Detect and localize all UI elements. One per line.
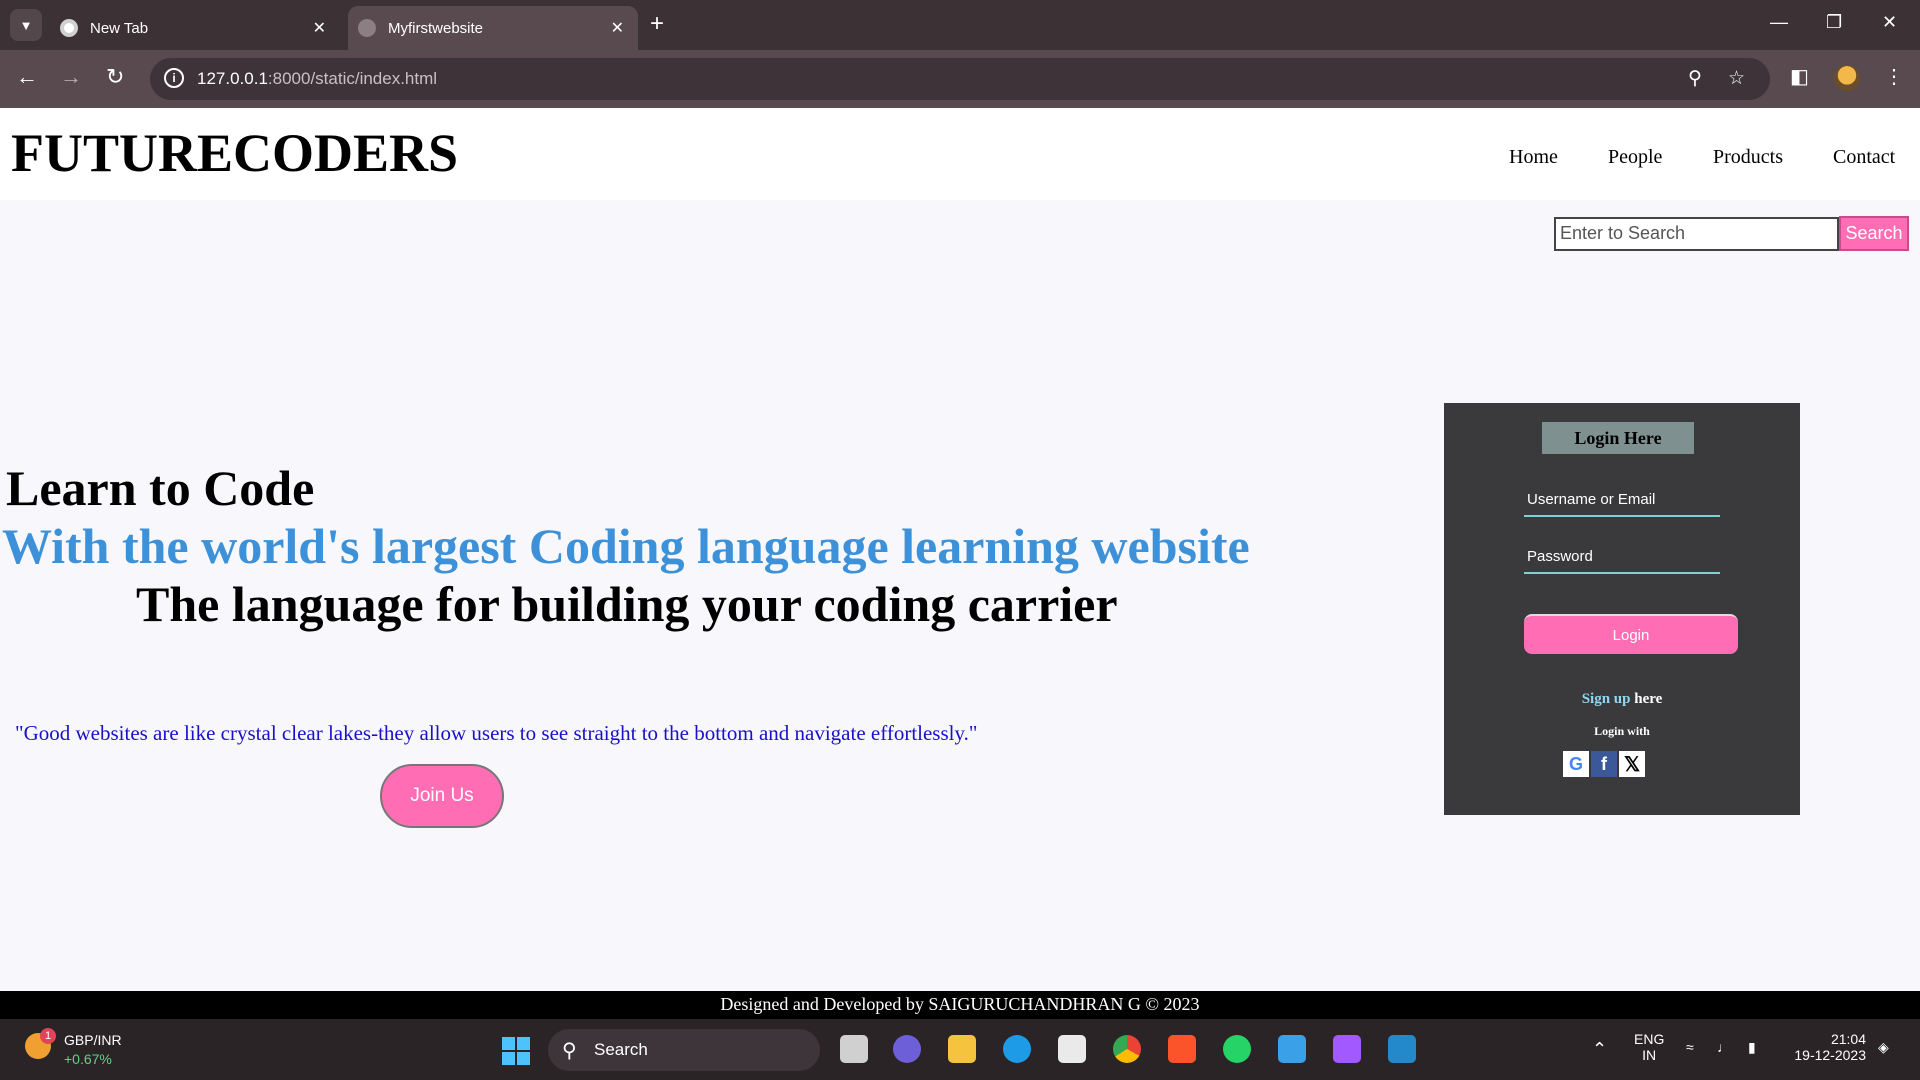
side-panel-icon[interactable]: ◧ <box>1790 64 1809 89</box>
widget-value[interactable]: +0.67% <box>64 1051 112 1067</box>
google-icon[interactable]: G <box>1563 751 1589 777</box>
taskbar: 1 GBP/INR +0.67% ⚲ Search ⌃ ENG IN ≈ ♩ ▮… <box>0 1019 1920 1080</box>
clock[interactable]: 21:04 19-12-2023 <box>1786 1031 1866 1063</box>
nav-products[interactable]: Products <box>1713 146 1783 169</box>
facebook-icon[interactable]: f <box>1591 751 1617 777</box>
hero-tagline: The language for building your coding ca… <box>136 576 1118 632</box>
close-tab-icon[interactable]: ✕ <box>313 18 326 38</box>
login-button[interactable]: Login <box>1524 614 1738 654</box>
social-login-buttons: G f 𝕏 <box>1563 751 1645 777</box>
windows-start-icon[interactable] <box>502 1037 530 1065</box>
nav-home[interactable]: Home <box>1509 146 1558 169</box>
tab-search-dropdown-button[interactable]: ▼ <box>10 9 42 41</box>
login-title: Login Here <box>1542 422 1694 454</box>
figma-icon[interactable] <box>1333 1035 1361 1063</box>
whatsapp-icon[interactable] <box>1223 1035 1251 1063</box>
join-us-button[interactable]: Join Us <box>380 764 504 828</box>
wifi-icon[interactable]: ≈ <box>1686 1039 1694 1055</box>
chrome-icon[interactable] <box>1113 1035 1141 1063</box>
tab-title: Myfirstwebsite <box>388 19 484 37</box>
nav-people[interactable]: People <box>1608 146 1662 169</box>
back-button[interactable]: ← <box>16 64 38 90</box>
bookmark-star-icon[interactable]: ☆ <box>1728 67 1745 90</box>
reload-button[interactable]: ↻ <box>106 64 124 90</box>
username-field[interactable]: Username or Email <box>1524 483 1720 517</box>
teams-meet-icon[interactable] <box>893 1035 921 1063</box>
volume-icon[interactable]: ♩ <box>1717 1039 1731 1055</box>
web-page: FUTURECODERS Home People Products Contac… <box>0 108 1920 1019</box>
menu-icon[interactable]: ⋮ <box>1884 64 1904 89</box>
tab-new-tab[interactable]: New Tab ✕ <box>52 6 340 50</box>
password-field[interactable]: Password <box>1524 540 1720 574</box>
store-icon[interactable] <box>1058 1035 1086 1063</box>
close-tab-icon[interactable]: ✕ <box>611 18 624 38</box>
notepad-icon[interactable] <box>1278 1035 1306 1063</box>
widget-badge: 1 <box>40 1028 56 1044</box>
browser-tab-bar: ▼ New Tab ✕ Myfirstwebsite ✕ + — ❐ ✕ <box>0 0 1920 50</box>
chrome-icon <box>60 19 78 37</box>
taskbar-search[interactable]: ⚲ Search <box>548 1029 820 1071</box>
hero-subheading: With the world's largest Coding language… <box>2 518 1250 574</box>
site-search-button[interactable]: Search <box>1839 216 1909 251</box>
address-bar[interactable]: i 127.0.0.1:8000/static/index.html ⚲ ☆ <box>150 58 1770 100</box>
tab-myfirstwebsite[interactable]: Myfirstwebsite ✕ <box>348 6 638 50</box>
browser-toolbar: ← → ↻ i 127.0.0.1:8000/static/index.html… <box>0 50 1920 108</box>
x-twitter-icon[interactable]: 𝕏 <box>1619 751 1645 777</box>
minimize-button[interactable]: — <box>1770 12 1788 33</box>
search-icon: ⚲ <box>562 1040 577 1062</box>
hero-heading: Learn to Code <box>6 460 315 516</box>
site-logo[interactable]: FUTURECODERS <box>11 122 458 184</box>
site-info-icon[interactable]: i <box>164 68 184 88</box>
file-explorer-icon[interactable] <box>948 1035 976 1063</box>
widget-name[interactable]: GBP/INR <box>64 1032 122 1048</box>
close-window-button[interactable]: ✕ <box>1882 12 1897 33</box>
battery-icon[interactable]: ▮ <box>1748 1039 1756 1056</box>
profile-avatar[interactable] <box>1834 65 1860 91</box>
language-indicator[interactable]: ENG IN <box>1634 1031 1664 1063</box>
site-footer: Designed and Developed by SAIGURUCHANDHR… <box>0 991 1920 1019</box>
login-with-label: Login with <box>1594 724 1650 738</box>
vscode-icon[interactable] <box>1388 1035 1416 1063</box>
tab-title: New Tab <box>90 19 149 37</box>
chevron-up-icon[interactable]: ⌃ <box>1592 1039 1607 1060</box>
notification-bell-icon[interactable]: ◈ <box>1878 1039 1889 1056</box>
quote-text: "Good websites are like crystal clear la… <box>15 721 978 745</box>
login-panel: Login Here Username or Email Password Lo… <box>1444 403 1800 815</box>
edge-icon[interactable] <box>1003 1035 1031 1063</box>
task-view-icon[interactable] <box>840 1035 868 1063</box>
brave-icon[interactable] <box>1168 1035 1196 1063</box>
signup-text: Sign up here <box>1581 691 1663 707</box>
signup-link[interactable]: Sign up <box>1582 691 1631 707</box>
restore-button[interactable]: ❐ <box>1826 12 1842 33</box>
new-tab-button[interactable]: + <box>650 10 664 38</box>
nav-contact[interactable]: Contact <box>1833 146 1895 169</box>
globe-icon <box>358 19 376 37</box>
zoom-icon[interactable]: ⚲ <box>1688 67 1702 90</box>
url-text[interactable]: 127.0.0.1:8000/static/index.html <box>197 69 437 89</box>
forward-button[interactable]: → <box>60 64 82 90</box>
site-header: FUTURECODERS Home People Products Contac… <box>0 108 1920 200</box>
site-search-input[interactable]: Enter to Search <box>1554 217 1839 251</box>
